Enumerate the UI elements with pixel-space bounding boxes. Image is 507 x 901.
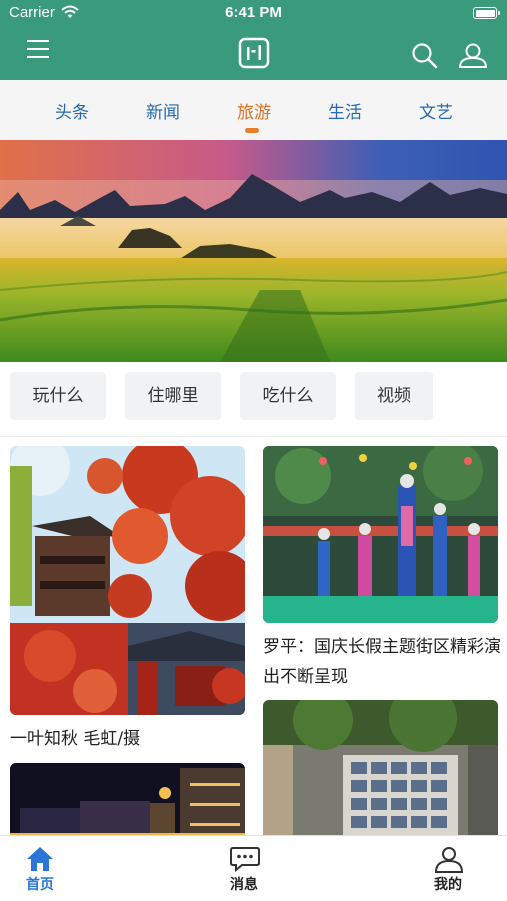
nav-profile[interactable]: 我的 (408, 836, 488, 901)
night-street-photo (10, 763, 245, 835)
nav-home-label: 首页 (26, 877, 54, 893)
app-logo-icon[interactable] (238, 37, 270, 69)
nav-profile-label: 我的 (434, 877, 462, 893)
dance-performance-photo (263, 446, 498, 623)
tab-news[interactable]: 新闻 (133, 98, 193, 123)
autumn-leaves-photo (10, 446, 245, 715)
message-icon (230, 847, 260, 872)
tab-life[interactable]: 生活 (315, 98, 375, 123)
tab-headlines[interactable]: 头条 (42, 98, 102, 123)
chip-where-to-stay[interactable]: 住哪里 (125, 372, 221, 420)
photo-exhibition-photo (263, 700, 498, 835)
home-icon (27, 847, 53, 871)
feed-image-autumn-leaves[interactable] (10, 446, 245, 715)
tab-arts[interactable]: 文艺 (406, 98, 466, 123)
subcategory-bar: 玩什么 住哪里 吃什么 视频 (0, 362, 507, 437)
user-icon[interactable] (458, 42, 488, 70)
feed-image-photo-exhibition[interactable] (263, 700, 498, 835)
clock: 6:41 PM (225, 4, 282, 21)
nav-messages[interactable]: 消息 (204, 836, 284, 901)
active-tab-indicator (245, 128, 259, 133)
battery-icon (473, 7, 500, 19)
bottom-navigation: 首页 消息 我的 (0, 835, 507, 901)
feed-image-dance-performance[interactable] (263, 446, 498, 623)
nav-messages-label: 消息 (230, 877, 258, 893)
karst-landscape-illustration (0, 140, 507, 362)
nav-home[interactable]: 首页 (0, 836, 80, 901)
feed-caption-autumn[interactable]: 一叶知秋 毛虹/摄 (10, 724, 245, 754)
tab-travel[interactable]: 旅游 (224, 98, 284, 123)
chip-videos[interactable]: 视频 (355, 372, 433, 420)
feed-caption-luoping[interactable]: 罗平：国庆长假主题街区精彩演出不断呈现 (263, 632, 503, 692)
chip-things-to-do[interactable]: 玩什么 (10, 372, 106, 420)
travel-feed: 一叶知秋 毛虹/摄 罗平：国庆长假主题街区精彩演出不断呈现 (0, 437, 507, 835)
status-bar: Carrier 6:41 PM (0, 0, 507, 28)
feed-image-night-street[interactable] (10, 763, 245, 835)
menu-icon[interactable] (27, 40, 49, 58)
banner-image[interactable] (0, 140, 507, 362)
app-header: Carrier 6:41 PM (0, 0, 507, 80)
chip-what-to-eat[interactable]: 吃什么 (240, 372, 336, 420)
profile-icon (434, 847, 464, 873)
search-icon[interactable] (411, 42, 439, 70)
